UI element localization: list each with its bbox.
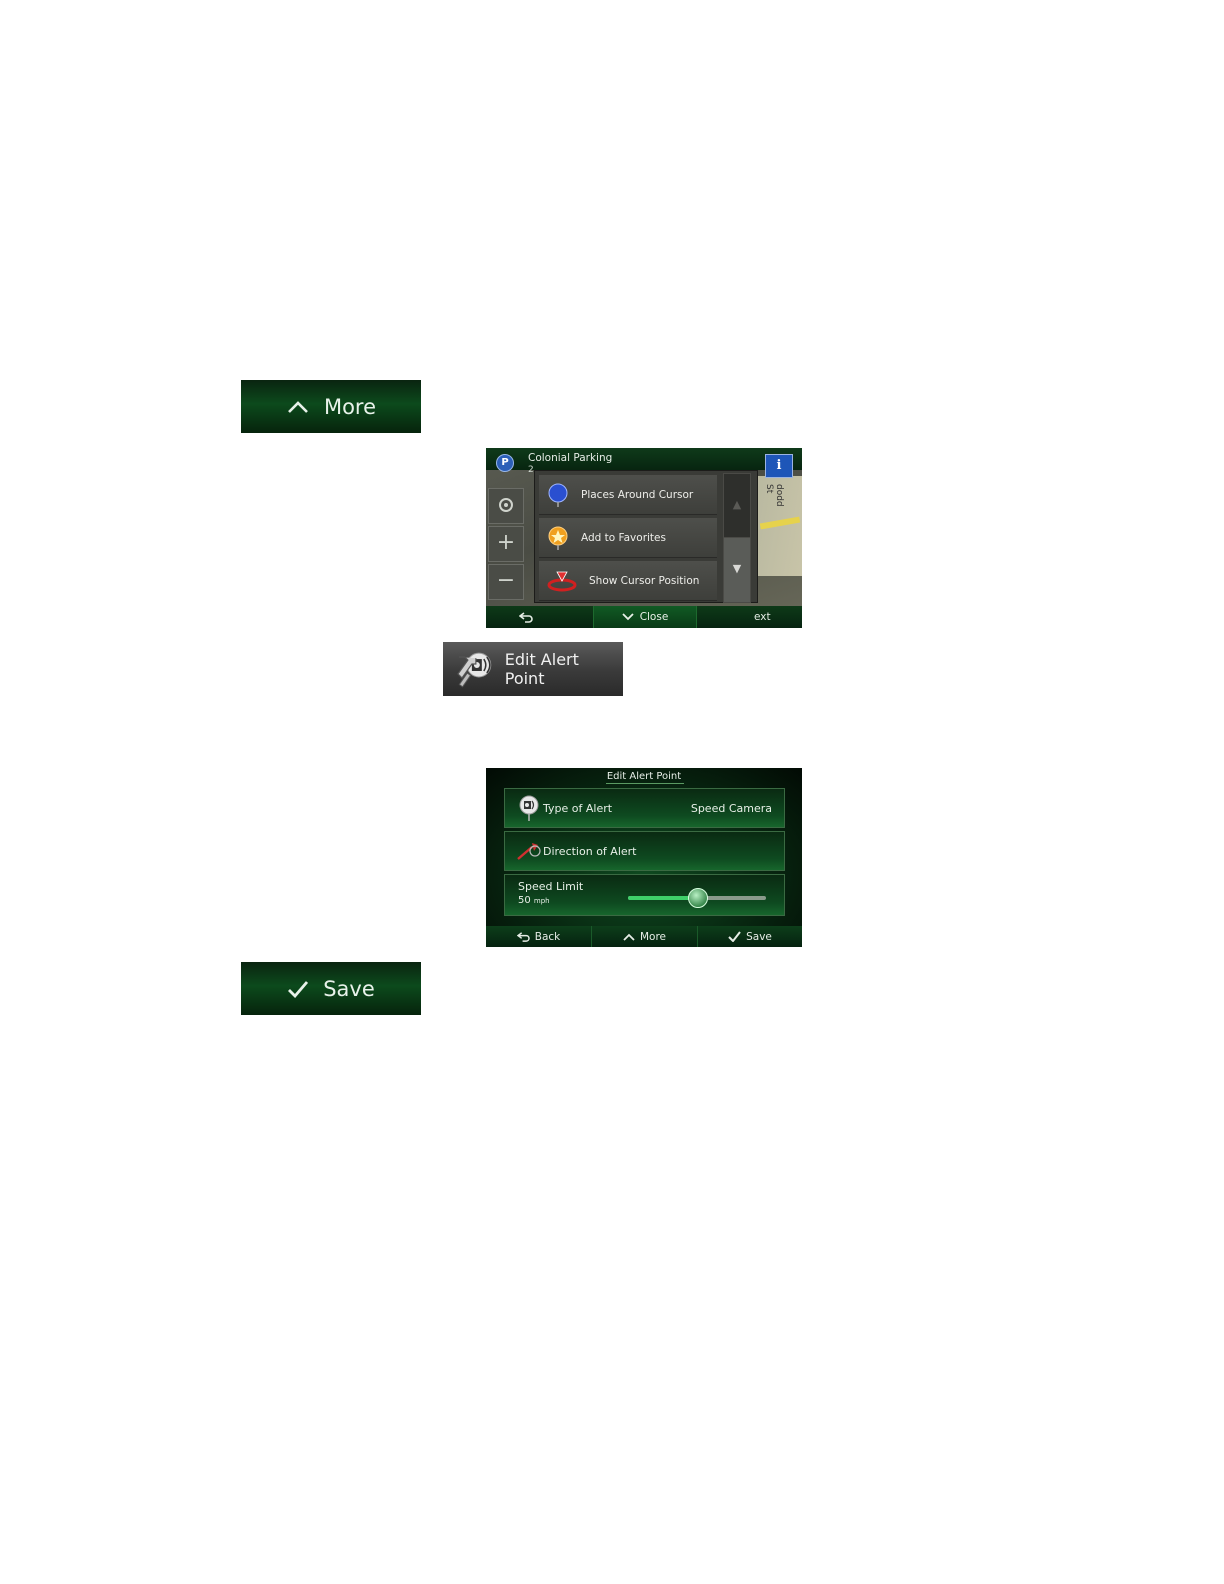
chevron-up-icon <box>288 400 308 413</box>
more-button[interactable]: More <box>592 926 698 947</box>
menu-item-show-cursor-position[interactable]: Show Cursor Position <box>539 561 717 601</box>
next-button-label: ext <box>754 611 771 623</box>
street-label: dodd St <box>764 484 784 507</box>
back-button[interactable]: Back <box>486 926 592 947</box>
map-controls: + − <box>486 488 524 603</box>
scroll-up-button[interactable]: ▲ <box>723 473 751 539</box>
next-button[interactable]: ext <box>722 606 802 628</box>
back-arrow-icon <box>516 932 530 942</box>
direction-of-alert-label: Direction of Alert <box>543 844 637 858</box>
zoom-out-button[interactable]: − <box>488 564 524 600</box>
save-button[interactable]: Save <box>698 926 802 947</box>
edit-alert-point-button[interactable]: Edit Alert Point <box>443 642 623 696</box>
triangle-up-icon: ▲ <box>732 498 742 511</box>
screen-title: Edit Alert Point <box>606 771 682 782</box>
edit-speed-camera-icon <box>457 652 492 688</box>
title-divider <box>606 783 684 784</box>
place-title: Colonial Parking <box>528 452 613 464</box>
speed-limit-slider[interactable] <box>628 888 766 908</box>
type-of-alert-label: Type of Alert <box>543 801 613 815</box>
crosshair-icon <box>499 498 513 512</box>
cursor-position-icon <box>547 571 577 591</box>
info-icon[interactable]: i <box>765 454 793 478</box>
save-button-label: Save <box>323 976 375 1001</box>
back-button[interactable] <box>486 606 566 628</box>
type-of-alert-row[interactable]: Type of Alert Speed Camera <box>504 788 785 828</box>
chevron-up-icon <box>623 933 635 941</box>
menu-item-add-to-favorites[interactable]: Add to Favorites <box>539 518 717 558</box>
speed-limit-label: Speed Limit <box>518 880 584 893</box>
menu-item-places-around-cursor[interactable]: Places Around Cursor <box>539 475 717 515</box>
direction-of-alert-row[interactable]: Direction of Alert <box>504 831 785 871</box>
type-of-alert-value: Speed Camera <box>690 801 772 815</box>
more-label: More <box>639 930 667 943</box>
save-label: Save <box>746 930 772 943</box>
blue-pin-icon <box>548 483 568 507</box>
chevron-down-icon <box>622 613 634 621</box>
direction-arrow-icon <box>517 843 541 860</box>
checkmark-icon <box>288 980 309 998</box>
context-menu: Places Around Cursor Add to Favorites Sh… <box>534 470 758 603</box>
favorite-star-pin-icon <box>548 526 568 550</box>
close-button-label: Close <box>639 611 669 623</box>
back-label: Back <box>534 930 561 943</box>
back-arrow-icon <box>519 612 533 623</box>
speed-limit-row: Speed Limit 50 mph <box>504 874 785 916</box>
menu-item-label: Places Around Cursor <box>581 488 694 501</box>
speed-limit-value: 50 mph <box>518 895 550 906</box>
bottom-action-bar: Back More Save <box>486 926 802 947</box>
map-context-menu-screen: dodd St P Colonial Parking 2 i + − Place… <box>486 448 802 628</box>
place-subtitle: 2 <box>528 465 534 475</box>
zoom-in-button[interactable]: + <box>488 526 524 562</box>
slider-handle[interactable] <box>688 888 708 908</box>
more-button[interactable]: More <box>241 380 421 433</box>
locate-button[interactable] <box>488 488 524 524</box>
menu-item-label: Add to Favorites <box>581 531 666 544</box>
slider-fill <box>628 896 697 900</box>
checkmark-icon <box>728 931 741 942</box>
save-button[interactable]: Save <box>241 962 421 1015</box>
triangle-down-icon: ▼ <box>732 562 742 575</box>
menu-item-label: Show Cursor Position <box>589 574 700 587</box>
edit-alert-point-label: Edit Alert Point <box>504 650 579 688</box>
scroll-down-button[interactable]: ▼ <box>723 537 751 603</box>
more-button-label: More <box>323 394 377 419</box>
edit-alert-point-screen: Edit Alert Point Type of Alert Speed Cam… <box>486 768 802 947</box>
parking-icon: P <box>496 454 514 472</box>
close-button[interactable]: Close <box>593 606 697 628</box>
speed-camera-icon <box>519 795 539 821</box>
